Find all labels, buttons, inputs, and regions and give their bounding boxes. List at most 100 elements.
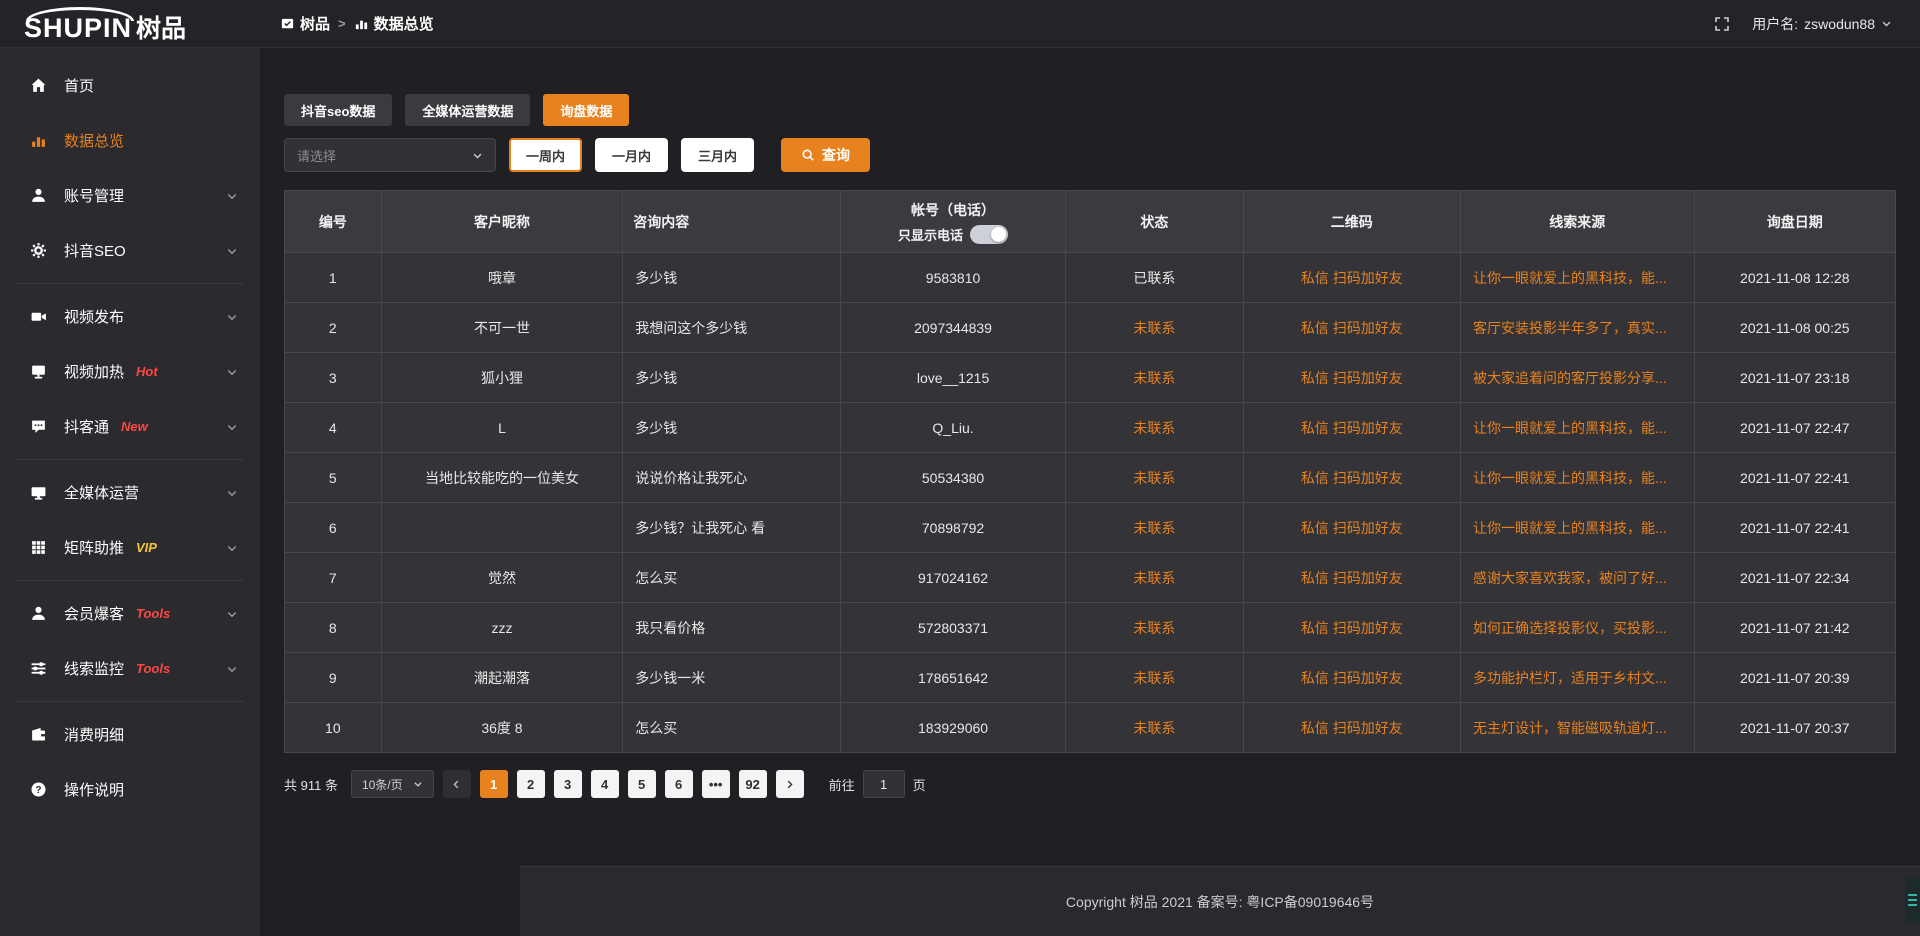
goto-page-input[interactable] — [863, 770, 905, 798]
sidebar-badge: Hot — [136, 364, 158, 379]
qr-links[interactable]: 私信 扫码加好友 — [1301, 670, 1403, 686]
page-size-select[interactable]: 10条/页 — [351, 770, 434, 798]
sidebar-item-首页[interactable]: 首页 — [0, 58, 260, 113]
sidebar-divider — [16, 701, 244, 702]
next-page-button[interactable] — [776, 770, 804, 798]
sidebar-item-抖客通[interactable]: 抖客通New — [0, 399, 260, 454]
cell-nickname: 觉然 — [381, 553, 623, 603]
cell-id: 7 — [285, 553, 382, 603]
sidebar: 首页数据总览账号管理抖音SEO 视频发布视频加热Hot抖客通New 全媒体运营矩阵助… — [0, 48, 260, 936]
source-link[interactable]: 让你一眼就爱上的黑科技，能... — [1473, 520, 1667, 536]
status-badge: 未联系 — [1066, 603, 1243, 653]
breadcrumb-current[interactable]: 数据总览 — [354, 13, 434, 34]
source-link[interactable]: 让你一眼就爱上的黑科技，能... — [1473, 270, 1667, 286]
sidebar-item-视频发布[interactable]: 视频发布 — [0, 289, 260, 344]
filter-select[interactable]: 请选择 — [284, 138, 496, 172]
user-menu[interactable]: 用户名: zswodun88 — [1752, 14, 1892, 34]
page-button-2[interactable]: 2 — [517, 770, 545, 798]
qr-links[interactable]: 私信 扫码加好友 — [1301, 420, 1403, 436]
page-button-5[interactable]: 5 — [628, 770, 656, 798]
user-icon — [30, 187, 48, 204]
sidebar-item-抖音SEO[interactable]: 抖音SEO — [0, 223, 260, 278]
qr-links[interactable]: 私信 扫码加好友 — [1301, 270, 1403, 286]
chevron-down-icon — [226, 190, 238, 202]
query-button[interactable]: 查询 — [781, 138, 870, 172]
sidebar-item-数据总览[interactable]: 数据总览 — [0, 113, 260, 168]
range-button-一月内[interactable]: 一月内 — [595, 138, 668, 172]
cell-date: 2021-11-07 21:42 — [1694, 603, 1895, 653]
source-link[interactable]: 被大家追着问的客厅投影分享... — [1473, 370, 1667, 386]
sidebar-item-label: 账号管理 — [64, 185, 124, 206]
page-button-92[interactable]: 92 — [739, 770, 767, 798]
source-link[interactable]: 让你一眼就爱上的黑科技，能... — [1473, 420, 1667, 436]
table-row: 8zzz我只看价格572803371未联系私信 扫码加好友如何正确选择投影仪，买… — [285, 603, 1896, 653]
phone-only-toggle[interactable] — [970, 225, 1008, 244]
cell-qrcode: 私信 扫码加好友 — [1243, 403, 1460, 453]
cell-content: 怎么买 — [623, 703, 840, 753]
cell-id: 8 — [285, 603, 382, 653]
cell-qrcode: 私信 扫码加好友 — [1243, 303, 1460, 353]
chat-icon — [30, 418, 48, 435]
cell-nickname — [381, 503, 623, 553]
cell-content: 多少钱 — [623, 403, 840, 453]
tab-询盘数据[interactable]: 询盘数据 — [543, 94, 629, 126]
user-prefix: 用户名: — [1752, 14, 1798, 34]
source-link[interactable]: 多功能护栏灯，适用于乡村文... — [1473, 670, 1667, 686]
source-link[interactable]: 让你一眼就爱上的黑科技，能... — [1473, 470, 1667, 486]
sidebar-item-会员爆客[interactable]: 会员爆客Tools — [0, 586, 260, 641]
range-button-三月内[interactable]: 三月内 — [681, 138, 754, 172]
cell-qrcode: 私信 扫码加好友 — [1243, 453, 1460, 503]
sidebar-badge: Tools — [136, 661, 170, 676]
cell-source: 让你一眼就爱上的黑科技，能... — [1461, 253, 1695, 303]
qr-links[interactable]: 私信 扫码加好友 — [1301, 470, 1403, 486]
source-link[interactable]: 如何正确选择投影仪，买投影... — [1473, 620, 1667, 636]
table-row: 4L多少钱Q_Liu.未联系私信 扫码加好友让你一眼就爱上的黑科技，能...20… — [285, 403, 1896, 453]
sidebar-item-矩阵助推[interactable]: 矩阵助推VIP — [0, 520, 260, 575]
source-link[interactable]: 感谢大家喜欢我家，被问了好... — [1473, 570, 1667, 586]
qr-links[interactable]: 私信 扫码加好友 — [1301, 720, 1403, 736]
range-button-一周内[interactable]: 一周内 — [509, 138, 582, 172]
cell-account: 572803371 — [840, 603, 1066, 653]
prev-page-button[interactable] — [443, 770, 471, 798]
status-badge: 未联系 — [1066, 303, 1243, 353]
cell-nickname: 当地比较能吃的一位美女 — [381, 453, 623, 503]
cell-source: 如何正确选择投影仪，买投影... — [1461, 603, 1695, 653]
sidebar-item-label: 抖客通 — [64, 416, 109, 437]
cell-qrcode: 私信 扫码加好友 — [1243, 553, 1460, 603]
breadcrumb-home[interactable]: 树品 — [280, 13, 330, 34]
sidebar-item-视频加热[interactable]: 视频加热Hot — [0, 344, 260, 399]
source-link[interactable]: 客厅安装投影半年多了，真实... — [1473, 320, 1667, 336]
main-area: 抖音seo数据全媒体运营数据询盘数据 请选择 一周内一月内三月内 查询 编号 客… — [260, 48, 1920, 936]
qr-links[interactable]: 私信 扫码加好友 — [1301, 520, 1403, 536]
qr-links[interactable]: 私信 扫码加好友 — [1301, 320, 1403, 336]
sidebar-badge: VIP — [136, 540, 157, 555]
cell-id: 5 — [285, 453, 382, 503]
sidebar-item-线索监控[interactable]: 线索监控Tools — [0, 641, 260, 696]
source-link[interactable]: 无主灯设计，智能磁吸轨道灯... — [1473, 720, 1667, 736]
qr-links[interactable]: 私信 扫码加好友 — [1301, 370, 1403, 386]
cell-id: 9 — [285, 653, 382, 703]
tab-全媒体运营数据[interactable]: 全媒体运营数据 — [405, 94, 530, 126]
page-button-4[interactable]: 4 — [591, 770, 619, 798]
page-button-3[interactable]: 3 — [554, 770, 582, 798]
video-icon — [30, 308, 48, 325]
floating-widget[interactable] — [1905, 878, 1920, 922]
cell-date: 2021-11-07 23:18 — [1694, 353, 1895, 403]
page-button-1[interactable]: 1 — [480, 770, 508, 798]
cell-source: 感谢大家喜欢我家，被问了好... — [1461, 553, 1695, 603]
sidebar-item-label: 数据总览 — [64, 130, 124, 151]
page-ellipsis-button[interactable]: ••• — [702, 770, 730, 798]
fullscreen-icon[interactable] — [1714, 16, 1730, 32]
table-row: 1哦章多少钱9583810已联系私信 扫码加好友让你一眼就爱上的黑科技，能...… — [285, 253, 1896, 303]
cell-date: 2021-11-07 22:47 — [1694, 403, 1895, 453]
sidebar-item-账号管理[interactable]: 账号管理 — [0, 168, 260, 223]
tab-抖音seo数据[interactable]: 抖音seo数据 — [284, 94, 392, 126]
qr-links[interactable]: 私信 扫码加好友 — [1301, 570, 1403, 586]
sidebar-item-消费明细[interactable]: 消费明细 — [0, 707, 260, 762]
sidebar-item-操作说明[interactable]: ?操作说明 — [0, 762, 260, 817]
qr-links[interactable]: 私信 扫码加好友 — [1301, 620, 1403, 636]
table-row: 2不可一世我想问这个多少钱2097344839未联系私信 扫码加好友客厅安装投影… — [285, 303, 1896, 353]
page-button-6[interactable]: 6 — [665, 770, 693, 798]
sidebar-item-全媒体运营[interactable]: 全媒体运营 — [0, 465, 260, 520]
chevron-down-icon — [226, 542, 238, 554]
